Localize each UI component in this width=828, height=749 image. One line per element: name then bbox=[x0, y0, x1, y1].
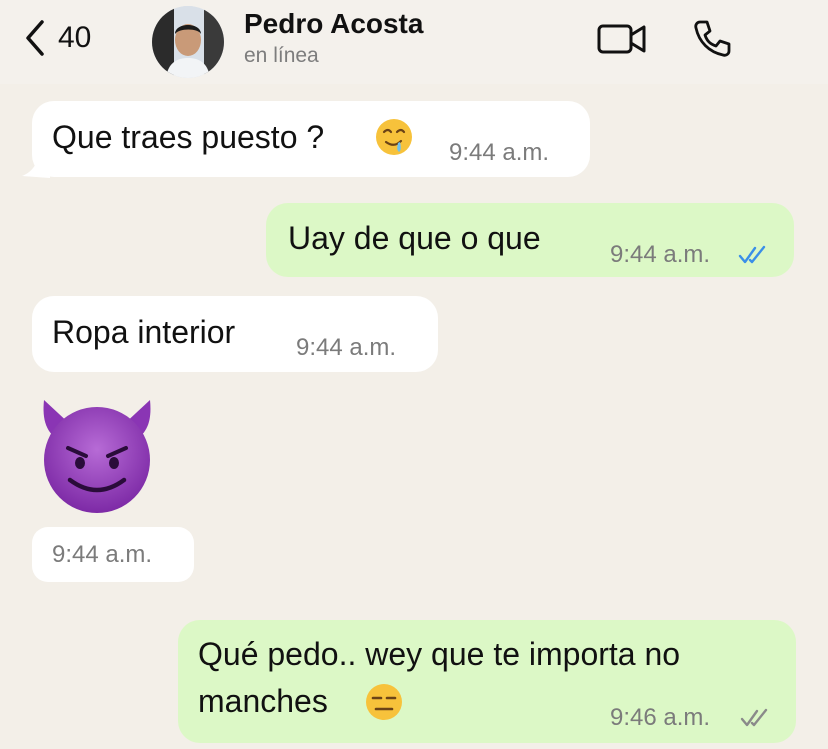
message-time: 9:44 a.m. bbox=[296, 334, 397, 361]
message-text: Que traes puesto ? bbox=[52, 119, 325, 155]
message-time: 9:46 a.m. bbox=[610, 704, 711, 731]
read-double-check-icon bbox=[738, 245, 766, 264]
message-bubble-incoming[interactable]: 9:44 a.m. bbox=[32, 527, 194, 582]
message-text-line1: Qué pedo.. wey que te importa no bbox=[198, 636, 681, 672]
expressionless-face-emoji-icon bbox=[366, 684, 402, 720]
back-button[interactable]: 40 bbox=[22, 18, 91, 58]
unread-count: 40 bbox=[58, 21, 92, 54]
message-bubble-incoming[interactable]: Ropa interior 9:44 a.m. bbox=[32, 296, 438, 372]
video-camera-icon[interactable] bbox=[596, 18, 650, 58]
message-time: 9:44 a.m. bbox=[52, 541, 153, 568]
contact-status: en línea bbox=[244, 44, 319, 67]
chevron-left-icon bbox=[26, 20, 44, 56]
avatar[interactable] bbox=[152, 6, 224, 78]
message-bubble-outgoing[interactable]: Qué pedo.. wey que te importa no manches… bbox=[178, 620, 796, 743]
message-time: 9:44 a.m. bbox=[449, 139, 550, 166]
drooling-face-emoji-icon bbox=[376, 119, 412, 155]
phone-icon[interactable] bbox=[692, 18, 732, 58]
message-time: 9:44 a.m. bbox=[610, 241, 711, 268]
contact-name[interactable]: Pedro Acosta bbox=[244, 8, 423, 40]
smiling-face-with-horns-emoji-icon bbox=[43, 400, 151, 513]
chat-header: 40 Pedro Acosta en línea bbox=[0, 0, 828, 84]
message-text: Uay de que o que bbox=[288, 220, 541, 256]
message-text-line2: manches bbox=[198, 683, 328, 719]
message-bubble-outgoing[interactable]: Uay de que o que 9:44 a.m. bbox=[266, 203, 794, 277]
delivered-double-check-icon bbox=[740, 708, 768, 727]
message-text: Ropa interior bbox=[52, 314, 236, 350]
message-bubble-incoming[interactable]: Que traes puesto ? 9:44 a.m. bbox=[32, 101, 590, 177]
